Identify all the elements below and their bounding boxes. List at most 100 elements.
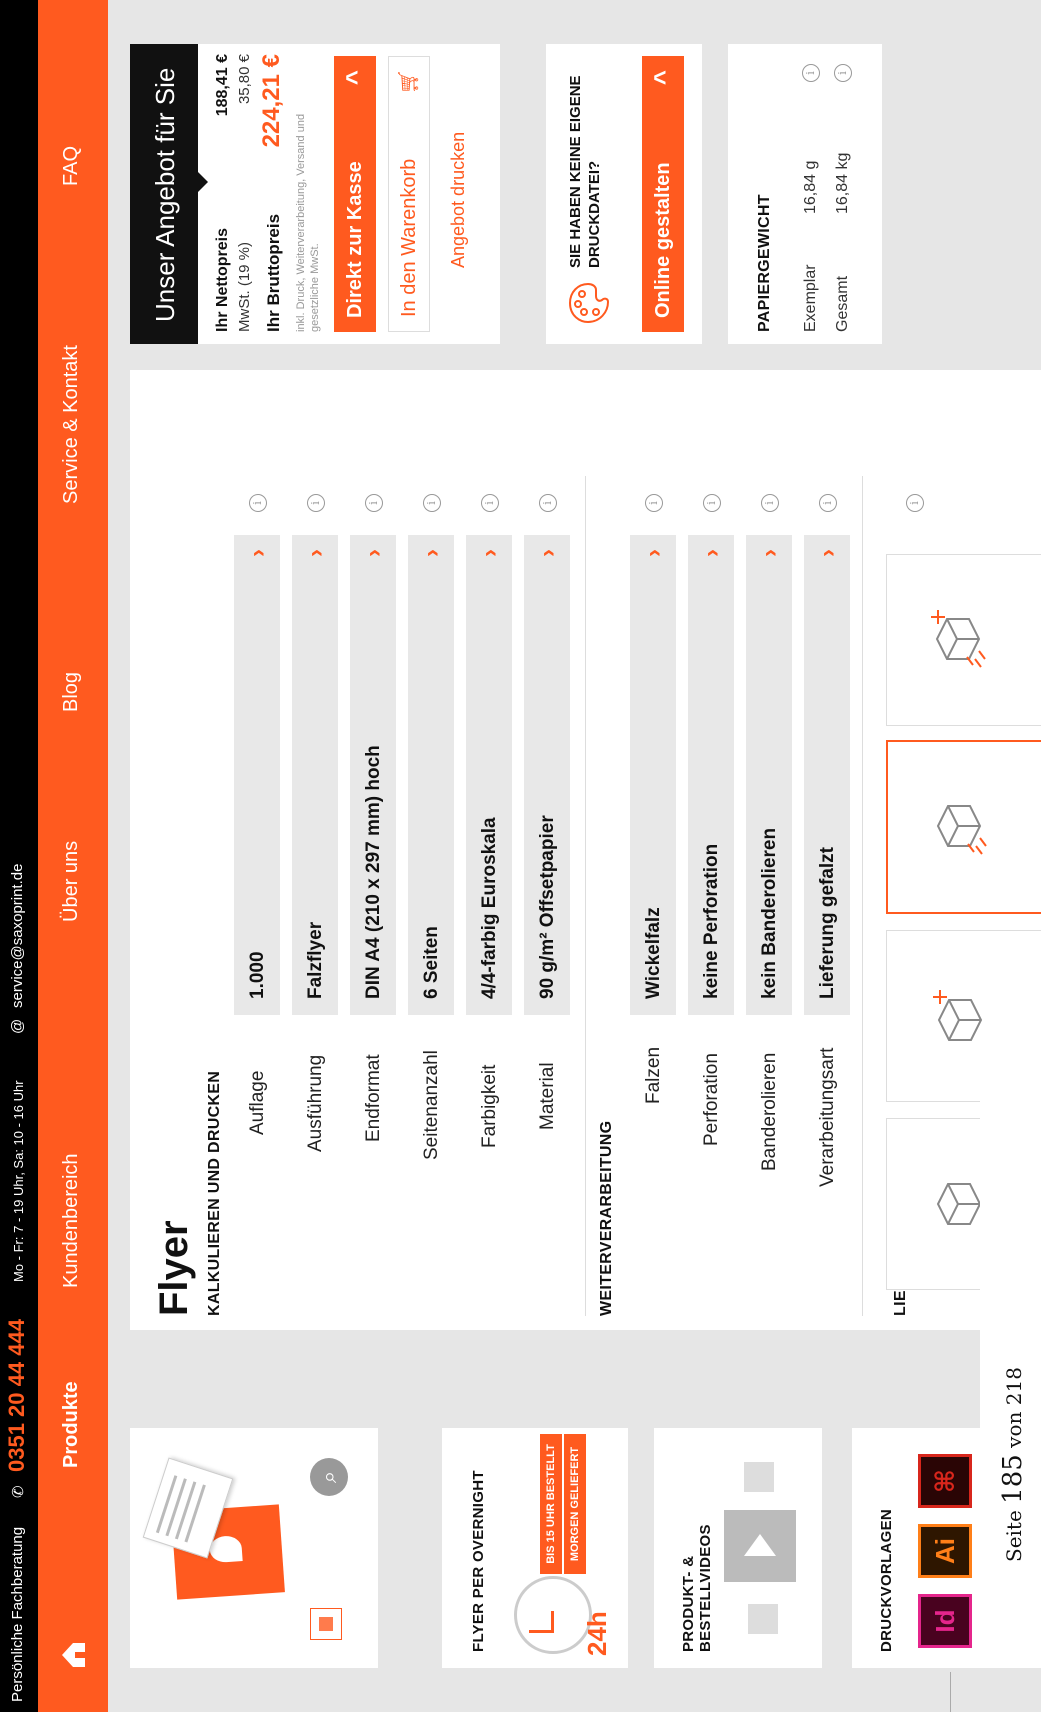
delivery-option-overnight[interactable] (886, 554, 1041, 726)
info-icon[interactable]: i (423, 494, 441, 512)
select-value: 6 Seiten (421, 926, 442, 999)
info-icon[interactable]: i (645, 494, 663, 512)
chevron-up-icon: ^ (340, 70, 370, 86)
divider (585, 476, 586, 1316)
info-icon[interactable]: i (539, 494, 557, 512)
select-value: Falzflyer (305, 921, 326, 999)
palette-icon (568, 282, 610, 324)
select-farbigkeit[interactable]: 4/4-farbig Euroskala › (466, 535, 512, 1015)
configurator-card: Flyer KALKULIEREN UND DRUCKEN Auflage 1.… (130, 370, 1041, 1330)
info-icon[interactable]: i (834, 64, 852, 82)
info-icon[interactable]: i (906, 494, 924, 512)
print-offer-link[interactable]: Angebot drucken (448, 132, 469, 268)
offer-title: Unser Angebot für Sie (150, 67, 180, 322)
weight-item-value: 16,84 g (802, 160, 819, 214)
fast-box-icon (936, 805, 987, 855)
select-value: 90 g/m² Offsetpapier (537, 815, 558, 999)
email-icon: @ (9, 1018, 26, 1034)
select-ausfuehrung[interactable]: Falzflyer › (292, 535, 338, 1015)
box-plus-icon (933, 990, 983, 1041)
info-icon[interactable]: i (703, 494, 721, 512)
email-link[interactable]: service@saxoprint.de (9, 864, 26, 1008)
info-icon[interactable]: i (307, 494, 325, 512)
row-label-endformat: Endformat (363, 1054, 384, 1142)
select-seitenanzahl[interactable]: 6 Seiten › (408, 535, 454, 1015)
info-icon[interactable]: i (819, 494, 837, 512)
overnight-clock-label: 24h (582, 1611, 612, 1656)
rotated-screenshot: Persönliche Fachberatung ✆ 0351 20 44 44… (0, 0, 1041, 1712)
chevron-right-icon: › (360, 549, 387, 557)
nav-item-kundenbereich[interactable]: Kundenbereich (60, 1153, 83, 1288)
online-design-label: Online gestalten (652, 162, 674, 318)
offer-card: Unser Angebot für Sie Ihr Nettopreis 188… (130, 44, 500, 344)
row-label-perforation: Perforation (701, 1053, 722, 1146)
select-falzen[interactable]: Wickelfalz › (630, 535, 676, 1015)
chevron-right-icon: › (534, 549, 561, 557)
checkout-button[interactable]: Direkt zur Kasse ^ (334, 56, 376, 332)
overnight-card: FLYER PER OVERNIGHT 24h BIS 15 UHR BESTE… (442, 1428, 628, 1668)
nav-item-faq[interactable]: FAQ (60, 146, 83, 186)
info-icon[interactable]: i (481, 494, 499, 512)
checkout-label: Direkt zur Kasse (344, 161, 366, 318)
info-icon[interactable]: i (249, 494, 267, 512)
delivery-option-express-selected[interactable] (886, 740, 1041, 914)
video-play-icon (724, 1510, 796, 1582)
weight-title: PAPIERGEWICHT (756, 194, 773, 332)
divider (862, 476, 863, 1316)
phone-number[interactable]: 0351 20 44 444 (4, 1319, 30, 1472)
zoom-icon[interactable]: ⌕ (310, 1458, 348, 1496)
select-verarbeitungsart[interactable]: Lieferung gefalzt › (804, 535, 850, 1015)
acrobat-icon[interactable]: ⌘ (918, 1454, 972, 1508)
gross-price-value: 224,21 € (258, 54, 285, 148)
nav-item-produkte[interactable]: Produkte (60, 1381, 83, 1468)
select-value: keine Perforation (701, 843, 722, 999)
chevron-right-icon: › (698, 549, 725, 557)
page-edge-line (950, 1672, 951, 1712)
online-design-button[interactable]: Online gestalten ^ (642, 56, 684, 332)
weight-total-label: Gesamt (834, 275, 851, 332)
chevron-right-icon: › (244, 549, 271, 557)
phone-icon: ✆ (10, 1485, 27, 1498)
nav-item-ueber-uns[interactable]: Über uns (60, 841, 83, 922)
add-to-cart-button[interactable]: In den Warenkorb 🛒︎ (388, 56, 430, 332)
opening-hours: Mo - Fr: 7 - 19 Uhr, Sa: 10 - 16 Uhr (11, 1080, 26, 1282)
section-finish: WEITERVERARBEITUNG (598, 1120, 615, 1316)
row-label-farbigkeit: Farbigkeit (479, 1064, 500, 1148)
video-thumb-icon (744, 1462, 774, 1492)
videos-card[interactable]: PRODUKT- & BESTELLVIDEOS (654, 1428, 822, 1668)
section-calc: KALKULIEREN UND DRUCKEN (206, 1070, 223, 1316)
select-endformat[interactable]: DIN A4 (210 x 297 mm) hoch › (350, 535, 396, 1015)
select-value: kein Banderolieren (759, 827, 780, 999)
nav-item-service-kontakt[interactable]: Service & Kontakt (60, 345, 83, 504)
chevron-up-icon: ^ (648, 70, 678, 86)
overnight-badge-delivered: MORGEN GELIEFERT (564, 1434, 586, 1574)
select-value: Wickelfalz (643, 907, 664, 999)
select-banderolieren[interactable]: kein Banderolieren › (746, 535, 792, 1015)
row-label-falzen: Falzen (643, 1046, 664, 1104)
indesign-icon[interactable]: Id (918, 1594, 972, 1648)
online-design-card: SIE HABEN KEINE EIGENE DRUCKDATEI? Onlin… (546, 44, 702, 344)
select-auflage[interactable]: 1.000 › (234, 535, 280, 1015)
row-label-auflage: Auflage (247, 1070, 268, 1135)
price-note: inkl. Druck, Weiterverarbeitung, Versand… (295, 113, 321, 332)
info-icon[interactable]: i (365, 494, 383, 512)
nav-item-blog[interactable]: Blog (60, 672, 83, 712)
chevron-right-icon: › (640, 549, 667, 557)
paper-weight-card: PAPIERGEWICHT Exemplar 16,84 g i Gesamt … (728, 44, 882, 344)
info-icon[interactable]: i (802, 64, 820, 82)
select-value: 1.000 (247, 951, 268, 999)
home-icon[interactable] (58, 1640, 88, 1670)
chevron-right-icon: › (476, 549, 503, 557)
chevron-right-icon: › (756, 549, 783, 557)
illustrator-icon[interactable]: Ai (918, 1524, 972, 1578)
select-perforation[interactable]: keine Perforation › (688, 535, 734, 1015)
clock-icon (514, 1576, 592, 1654)
contact-bar: Persönliche Fachberatung ✆ 0351 20 44 44… (0, 0, 38, 1712)
video-thumb-icon (748, 1604, 778, 1634)
weight-item-label: Exemplar (802, 264, 819, 332)
product-image-card: ⌕ (130, 1428, 378, 1668)
info-icon[interactable]: i (761, 494, 779, 512)
online-question: SIE HABEN KEINE EIGENE DRUCKDATEI? (567, 75, 603, 268)
select-material[interactable]: 90 g/m² Offsetpapier › (524, 535, 570, 1015)
thumbnail-button[interactable] (310, 1608, 342, 1640)
